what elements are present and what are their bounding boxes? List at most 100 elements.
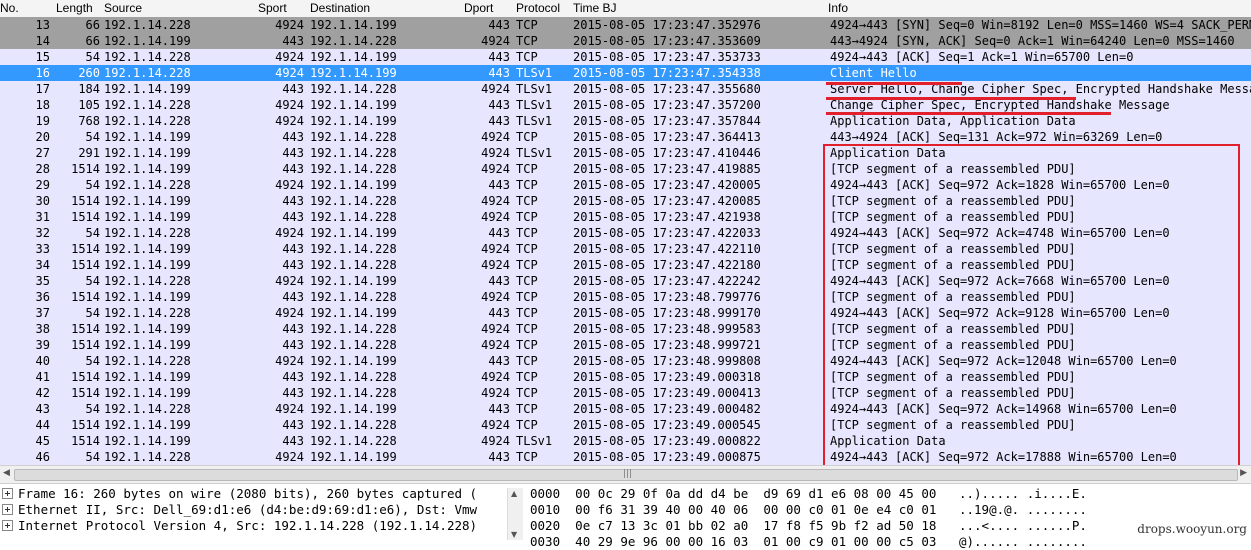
cell-time: 2015-08-05 17:23:47.410446 xyxy=(573,146,761,160)
cell-proto: TCP xyxy=(516,18,538,32)
column-header-length[interactable]: Length xyxy=(56,1,93,15)
expand-plus-icon[interactable] xyxy=(2,504,13,515)
cell-sp: 4924 xyxy=(275,226,304,240)
cell-dp: 4924 xyxy=(481,290,510,304)
cell-proto: TCP xyxy=(516,370,538,384)
cell-dst: 192.1.14.199 xyxy=(310,98,397,112)
hex-dump-pane[interactable]: 0000 00 0c 29 0f 0a dd d4 be d9 69 d1 e6… xyxy=(530,486,1250,550)
details-vertical-scrollbar[interactable]: ▲ ▼ xyxy=(507,488,523,540)
cell-time: 2015-08-05 17:23:47.353609 xyxy=(573,34,761,48)
hex-line: 0010 00 f6 31 39 40 00 40 06 00 00 c0 01… xyxy=(530,502,1250,518)
cell-proto: TCP xyxy=(516,226,538,240)
cell-no: 36 xyxy=(35,290,50,304)
column-header-time[interactable]: Time BJ xyxy=(573,1,617,15)
cell-proto: TCP xyxy=(516,418,538,432)
cell-len: 1514 xyxy=(71,322,100,336)
cell-len: 54 xyxy=(85,178,100,192)
cell-dst: 192.1.14.199 xyxy=(310,354,397,368)
cell-sp: 443 xyxy=(282,162,304,176)
cell-dp: 4924 xyxy=(481,146,510,160)
cell-sp: 443 xyxy=(282,258,304,272)
cell-time: 2015-08-05 17:23:49.000822 xyxy=(573,434,761,448)
cell-dst: 192.1.14.228 xyxy=(310,338,397,352)
cell-src: 192.1.14.228 xyxy=(104,226,191,240)
cell-proto: TLSv1 xyxy=(516,82,553,96)
hex-bytes: 40 29 9e 96 00 00 16 03 01 00 c9 01 00 0… xyxy=(575,534,937,549)
cell-dp: 443 xyxy=(488,306,510,320)
cell-no: 20 xyxy=(35,130,50,144)
column-header-sport[interactable]: Sport xyxy=(258,1,287,15)
cell-time: 2015-08-05 17:23:47.422110 xyxy=(573,242,761,256)
table-row[interactable]: 20 54 192.1.14.199 443 192.1.14.228 4924 TCP 20… xyxy=(0,129,1251,145)
column-header-no[interactable]: No. xyxy=(0,1,19,15)
cell-proto: TLSv1 xyxy=(516,66,553,80)
column-header-protocol[interactable]: Protocol xyxy=(516,1,560,15)
horizontal-scrollbar[interactable]: ◀ ||| ▶ xyxy=(0,465,1251,483)
tree-item-label: Internet Protocol Version 4, Src: 192.1.… xyxy=(18,518,478,533)
cell-time: 2015-08-05 17:23:47.354338 xyxy=(573,66,761,80)
cell-proto: TLSv1 xyxy=(516,434,553,448)
scroll-up-icon[interactable]: ▲ xyxy=(511,489,517,498)
cell-src: 192.1.14.199 xyxy=(104,242,191,256)
scrollbar-thumb[interactable]: ||| xyxy=(14,469,1238,481)
cell-len: 54 xyxy=(85,402,100,416)
cell-len: 1514 xyxy=(71,434,100,448)
cell-src: 192.1.14.228 xyxy=(104,274,191,288)
table-row[interactable]: 13 66 192.1.14.228 4924 192.1.14.199 443 TCP 20… xyxy=(0,17,1251,33)
table-row[interactable]: 19 768 192.1.14.228 4924 192.1.14.199 443 TLSv… xyxy=(0,113,1251,129)
column-header-destination[interactable]: Destination xyxy=(310,1,370,15)
cell-len: 54 xyxy=(85,50,100,64)
cell-len: 1514 xyxy=(71,386,100,400)
table-row[interactable]: 15 54 192.1.14.228 4924 192.1.14.199 443 TCP 20… xyxy=(0,49,1251,65)
cell-dst: 192.1.14.199 xyxy=(310,18,397,32)
cell-dp: 4924 xyxy=(481,434,510,448)
column-header-info[interactable]: Info xyxy=(828,1,848,15)
scroll-down-icon[interactable]: ▼ xyxy=(511,530,517,539)
cell-sp: 443 xyxy=(282,242,304,256)
cell-info: 4924→443 [ACK] Seq=1 Ack=1 Win=65700 Len… xyxy=(830,50,1134,64)
cell-dp: 443 xyxy=(488,354,510,368)
cell-no: 40 xyxy=(35,354,50,368)
cell-no: 39 xyxy=(35,338,50,352)
expand-plus-icon[interactable] xyxy=(2,520,13,531)
cell-dst: 192.1.14.228 xyxy=(310,130,397,144)
table-row[interactable]: 16 260 192.1.14.228 4924 192.1.14.199 443 TLSv… xyxy=(0,65,1251,81)
tree-item-ip[interactable]: Internet Protocol Version 4, Src: 192.1.… xyxy=(0,518,506,534)
column-header-source[interactable]: Source xyxy=(104,1,142,15)
cell-len: 184 xyxy=(78,82,100,96)
cell-sp: 443 xyxy=(282,146,304,160)
table-row[interactable]: 14 66 192.1.14.199 443 192.1.14.228 4924 TCP 20… xyxy=(0,33,1251,49)
hex-offset: 0030 xyxy=(530,534,561,549)
table-row[interactable]: 17 184 192.1.14.199 443 192.1.14.228 4924 TLSv… xyxy=(0,81,1251,97)
cell-dp: 443 xyxy=(488,18,510,32)
cell-src: 192.1.14.228 xyxy=(104,66,191,80)
cell-time: 2015-08-05 17:23:48.799776 xyxy=(573,290,761,304)
hex-offset: 0000 xyxy=(530,486,561,501)
cell-time: 2015-08-05 17:23:47.357200 xyxy=(573,98,761,112)
tree-item-ethernet[interactable]: Ethernet II, Src: Dell_69:d1:e6 (d4:be:d… xyxy=(0,502,506,518)
cell-proto: TCP xyxy=(516,450,538,464)
hex-line: 0030 40 29 9e 96 00 00 16 03 01 00 c9 01… xyxy=(530,534,1250,550)
expand-plus-icon[interactable] xyxy=(2,488,13,499)
cell-proto: TCP xyxy=(516,322,538,336)
scroll-right-icon[interactable]: ▶ xyxy=(1240,468,1247,478)
tree-item-frame[interactable]: Frame 16: 260 bytes on wire (2080 bits),… xyxy=(0,486,506,502)
cell-src: 192.1.14.199 xyxy=(104,162,191,176)
column-header-dport[interactable]: Dport xyxy=(464,1,493,15)
packet-details-tree: Frame 16: 260 bytes on wire (2080 bits),… xyxy=(0,484,506,541)
cell-src: 192.1.14.199 xyxy=(104,290,191,304)
scroll-left-icon[interactable]: ◀ xyxy=(3,468,10,478)
hex-line: 0000 00 0c 29 0f 0a dd d4 be d9 69 d1 e6… xyxy=(530,486,1250,502)
cell-time: 2015-08-05 17:23:48.999808 xyxy=(573,354,761,368)
cell-src: 192.1.14.199 xyxy=(104,386,191,400)
cell-no: 29 xyxy=(35,178,50,192)
cell-dp: 4924 xyxy=(481,418,510,432)
cell-src: 192.1.14.199 xyxy=(104,130,191,144)
cell-no: 38 xyxy=(35,322,50,336)
cell-src: 192.1.14.199 xyxy=(104,210,191,224)
hex-offset: 0020 xyxy=(530,518,561,533)
cell-len: 1514 xyxy=(71,194,100,208)
cell-time: 2015-08-05 17:23:47.352976 xyxy=(573,18,761,32)
cell-dp: 4924 xyxy=(481,34,510,48)
cell-no: 44 xyxy=(35,418,50,432)
